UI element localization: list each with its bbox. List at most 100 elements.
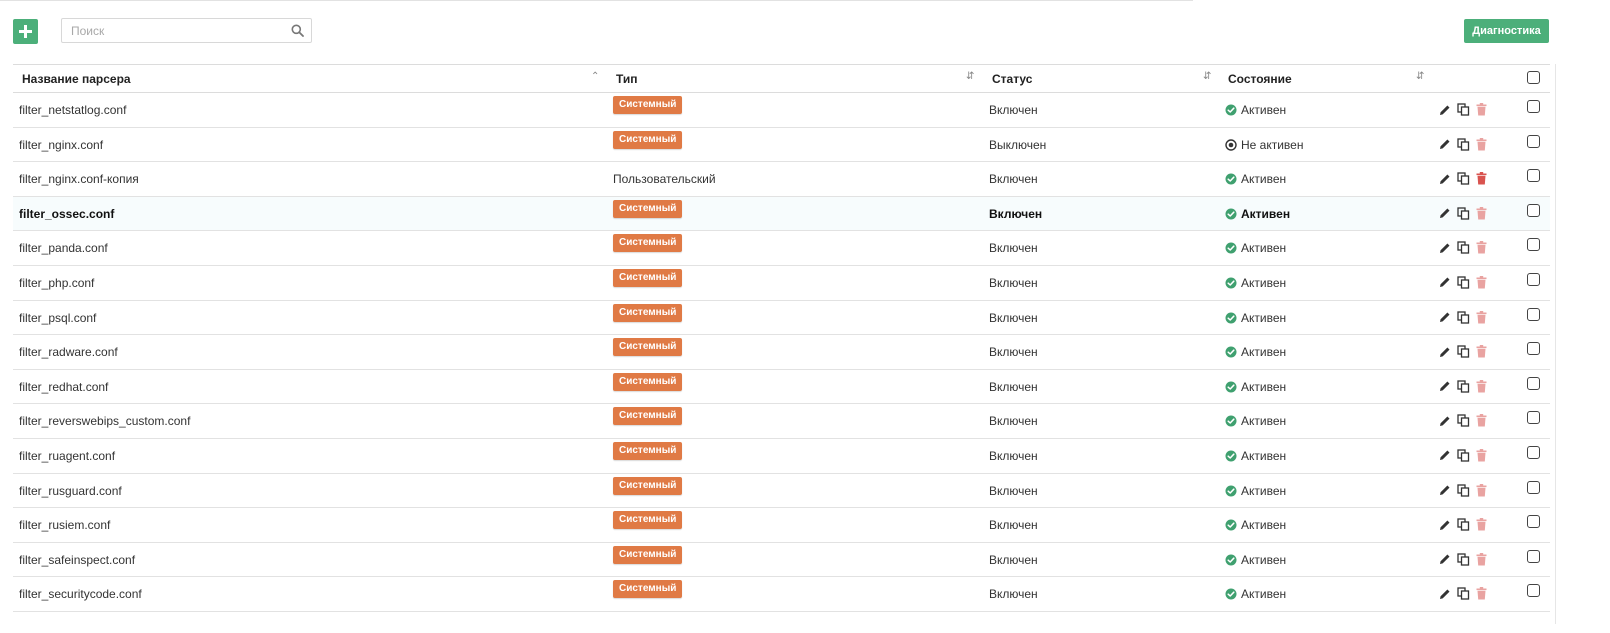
- delete-trash-icon[interactable]: [1476, 518, 1487, 531]
- copy-icon[interactable]: [1457, 483, 1470, 497]
- row-select-checkbox[interactable]: [1527, 342, 1540, 356]
- copy-icon[interactable]: [1457, 414, 1470, 427]
- column-header-state[interactable]: Состояние: [1228, 72, 1292, 86]
- row-select-checkbox[interactable]: [1527, 584, 1540, 598]
- copy-icon[interactable]: [1457, 276, 1470, 289]
- row-select-checkbox[interactable]: [1527, 100, 1540, 113]
- table-row[interactable]: filter_reverswebips_custom.conf Системный…: [13, 404, 1550, 439]
- type-badge: Системный: [613, 580, 683, 599]
- edit-pencil-icon[interactable]: [1439, 449, 1451, 461]
- copy-icon[interactable]: [1457, 137, 1470, 151]
- delete-trash-icon[interactable]: [1476, 414, 1487, 427]
- copy-icon[interactable]: [1457, 587, 1470, 600]
- table-row[interactable]: filter_ossec.conf Системный Включен Активен: [13, 196, 1550, 232]
- search-input[interactable]: [71, 23, 281, 39]
- diagnostics-button[interactable]: Диагностика: [1464, 19, 1549, 43]
- edit-pencil-icon[interactable]: [1439, 588, 1451, 600]
- edit-pencil-icon[interactable]: [1439, 484, 1451, 496]
- parser-name: filter_php.conf: [19, 275, 95, 290]
- edit-pencil-icon[interactable]: [1439, 276, 1451, 288]
- table-row[interactable]: filter_ruagent.conf Системный Включен Актив…: [13, 439, 1550, 474]
- column-header-type[interactable]: Тип: [616, 72, 638, 86]
- delete-trash-icon[interactable]: [1476, 241, 1487, 254]
- type-badge: Системный: [613, 372, 683, 391]
- copy-icon[interactable]: [1457, 310, 1470, 324]
- column-header-name[interactable]: Название парсера: [22, 72, 131, 86]
- select-all-checkbox[interactable]: [1527, 71, 1540, 84]
- row-select-checkbox[interactable]: [1527, 203, 1540, 217]
- delete-trash-icon[interactable]: [1476, 552, 1487, 566]
- row-select-checkbox[interactable]: [1527, 480, 1540, 494]
- delete-trash-icon[interactable]: [1476, 137, 1487, 151]
- check-circle-icon: [1225, 312, 1237, 324]
- edit-pencil-icon[interactable]: [1439, 311, 1451, 323]
- row-select-checkbox[interactable]: [1527, 238, 1540, 252]
- table-row[interactable]: filter_panda.conf Системный Включен Активен: [13, 231, 1550, 266]
- table-row[interactable]: filter_radware.conf Системный Включен Актив…: [13, 335, 1550, 370]
- row-select-checkbox[interactable]: [1527, 134, 1540, 148]
- edit-pencil-icon[interactable]: [1439, 104, 1451, 116]
- sort-both-icon[interactable]: ⇵: [966, 72, 974, 82]
- copy-icon[interactable]: [1457, 449, 1470, 462]
- row-select-checkbox[interactable]: [1527, 411, 1540, 425]
- sort-both-icon[interactable]: ⇵: [1416, 72, 1424, 82]
- copy-icon[interactable]: [1457, 518, 1470, 531]
- table-row[interactable]: filter_php.conf Системный Включен Активен: [13, 266, 1550, 301]
- edit-pencil-icon[interactable]: [1439, 346, 1451, 358]
- edit-pencil-icon[interactable]: [1439, 415, 1451, 427]
- table-row[interactable]: filter_nginx.conf Системный Выключен Не акт…: [13, 128, 1550, 163]
- row-select-checkbox[interactable]: [1527, 169, 1540, 183]
- edit-pencil-icon[interactable]: [1439, 553, 1451, 565]
- edit-pencil-icon[interactable]: [1439, 173, 1451, 185]
- delete-trash-icon[interactable]: [1476, 483, 1487, 497]
- search-icon[interactable]: [291, 24, 304, 37]
- delete-trash-icon[interactable]: [1476, 103, 1487, 116]
- table-row[interactable]: filter_netstatlog.conf Системный Включен Ак…: [13, 93, 1550, 128]
- copy-icon[interactable]: [1457, 380, 1470, 393]
- table-row[interactable]: filter_psql.conf Системный Включен Активен: [13, 301, 1550, 336]
- table-row[interactable]: filter_rusguard.conf Системный Включен Акти…: [13, 474, 1550, 509]
- row-select-checkbox[interactable]: [1527, 549, 1540, 563]
- parser-state: Активен: [1225, 311, 1286, 325]
- edit-pencil-icon[interactable]: [1439, 242, 1451, 254]
- sort-asc-icon[interactable]: ⌃: [591, 72, 599, 82]
- column-header-status[interactable]: Статус: [992, 72, 1032, 86]
- delete-trash-icon[interactable]: [1476, 345, 1487, 358]
- copy-icon[interactable]: [1457, 172, 1470, 185]
- row-select-checkbox[interactable]: [1527, 272, 1540, 286]
- parser-state: Активен: [1225, 276, 1286, 290]
- add-parser-button[interactable]: [13, 19, 38, 44]
- table-row[interactable]: filter_redhat.conf Системный Включен Активе…: [13, 370, 1550, 405]
- type-badge: Системный: [613, 338, 683, 357]
- row-actions: [1439, 587, 1487, 600]
- edit-pencil-icon[interactable]: [1439, 207, 1451, 219]
- row-select-checkbox[interactable]: [1527, 445, 1540, 459]
- parser-status: Включен: [989, 241, 1038, 256]
- copy-icon[interactable]: [1457, 207, 1470, 220]
- delete-trash-icon[interactable]: [1476, 448, 1487, 462]
- delete-trash-icon[interactable]: [1476, 310, 1487, 324]
- delete-trash-icon[interactable]: [1476, 172, 1487, 185]
- edit-pencil-icon[interactable]: [1439, 138, 1451, 150]
- delete-trash-icon[interactable]: [1476, 206, 1487, 220]
- row-select-checkbox[interactable]: [1527, 376, 1540, 390]
- copy-icon[interactable]: [1457, 241, 1470, 255]
- edit-pencil-icon[interactable]: [1439, 519, 1451, 531]
- delete-trash-icon[interactable]: [1476, 379, 1487, 393]
- table-row[interactable]: filter_safeinspect.conf Системный Включен А…: [13, 543, 1550, 578]
- copy-icon[interactable]: [1457, 553, 1470, 566]
- sort-both-icon[interactable]: ⇵: [1203, 72, 1211, 82]
- state-label: Активен: [1241, 483, 1287, 498]
- check-circle-icon: [1225, 588, 1237, 600]
- delete-trash-icon[interactable]: [1476, 587, 1487, 600]
- copy-icon[interactable]: [1457, 345, 1470, 358]
- copy-icon[interactable]: [1457, 103, 1470, 116]
- table-row[interactable]: filter_nginx.conf-копия Пользовательский В…: [13, 162, 1550, 197]
- table-row[interactable]: filter_rusiem.conf Системный Включен Активе…: [13, 508, 1550, 543]
- row-select-checkbox[interactable]: [1527, 515, 1540, 529]
- edit-pencil-icon[interactable]: [1439, 380, 1451, 392]
- row-select-checkbox[interactable]: [1527, 307, 1540, 321]
- parser-status: Включен: [989, 379, 1038, 394]
- table-row[interactable]: filter_securitycode.conf Системный Включен…: [13, 577, 1550, 612]
- delete-trash-icon[interactable]: [1476, 275, 1487, 289]
